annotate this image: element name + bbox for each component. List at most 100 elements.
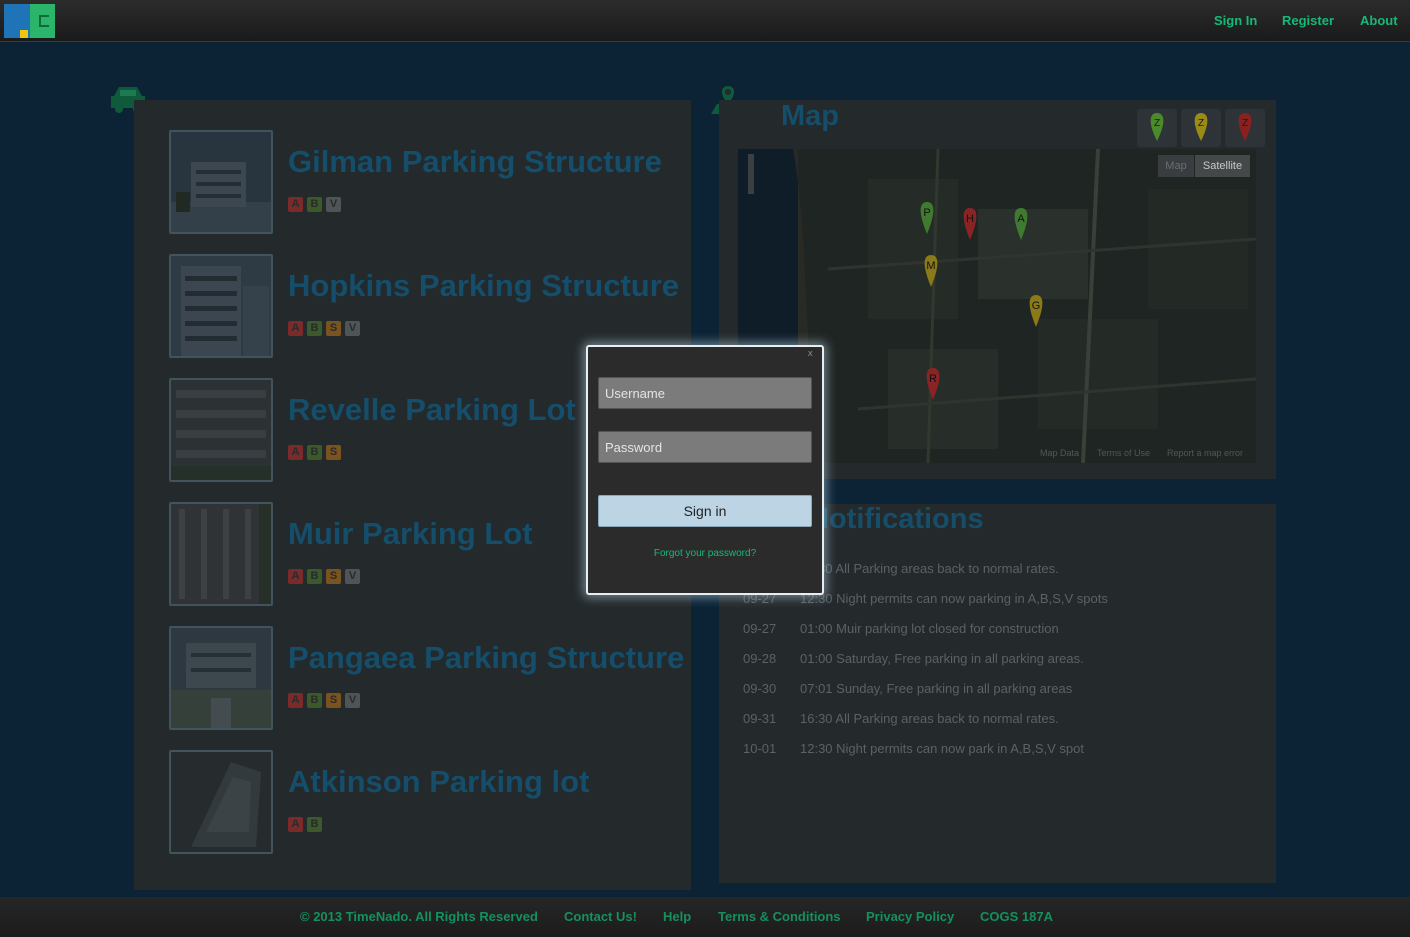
map-marker-icon: R bbox=[926, 368, 940, 400]
notification-text: 01:00 Muir parking lot closed for constr… bbox=[800, 621, 1059, 636]
map-title: Map bbox=[781, 100, 839, 132]
nav-register[interactable]: Register bbox=[1282, 13, 1334, 28]
permit-badge-s: S bbox=[326, 569, 341, 584]
username-input[interactable] bbox=[598, 377, 812, 409]
map-marker-icon: A bbox=[1014, 208, 1028, 240]
permit-badge-a: A bbox=[288, 321, 303, 336]
notification-text: 12:30 Night permits can now park in A,B,… bbox=[800, 741, 1084, 756]
nav-about[interactable]: About bbox=[1360, 13, 1398, 28]
permit-badge-a: A bbox=[288, 693, 303, 708]
permit-badge-v: V bbox=[326, 197, 341, 212]
footer-bar: © 2013 TimeNado. All Rights Reserved Con… bbox=[0, 897, 1410, 937]
permit-badges: A B V bbox=[288, 197, 341, 212]
permit-badge-s: S bbox=[326, 321, 341, 336]
notification-text: 16:30 All Parking areas back to normal r… bbox=[800, 711, 1059, 726]
permit-badge-s: S bbox=[326, 445, 341, 460]
map-marker-icon: P bbox=[920, 202, 934, 234]
permit-badge-a: A bbox=[288, 197, 303, 212]
lot-name[interactable]: Atkinson Parking lot bbox=[288, 764, 589, 800]
notification-text: 16:30 All Parking areas back to normal r… bbox=[800, 561, 1059, 576]
footer-terms-link[interactable]: Terms & Conditions bbox=[718, 909, 841, 924]
permit-badge-a: A bbox=[288, 569, 303, 584]
notification-date: 09-28 bbox=[743, 651, 777, 666]
marker-letter: M bbox=[926, 260, 935, 272]
notification-row: 09-28 01:00 Saturday, Free parking in all… bbox=[743, 651, 1084, 666]
notification-row: 10-01 12:30 Night permits can now park in… bbox=[743, 741, 1084, 756]
copyright-text: © 2013 TimeNado. All Rights Reserved bbox=[300, 909, 538, 924]
notification-date: 09-27 bbox=[743, 621, 777, 636]
footer-help-link[interactable]: Help bbox=[663, 909, 691, 924]
sign-in-button[interactable]: Sign in bbox=[598, 495, 812, 527]
permit-badge-b: B bbox=[307, 817, 322, 832]
marker-letter: R bbox=[929, 373, 937, 385]
map-marker-icon: M bbox=[924, 255, 938, 287]
permit-badge-v: V bbox=[345, 693, 360, 708]
marker-letter: P bbox=[923, 207, 930, 219]
lot-name[interactable]: Gilman Parking Structure bbox=[288, 144, 662, 180]
permit-badges: A B S V bbox=[288, 693, 360, 708]
map-terms-link[interactable]: Terms of Use bbox=[1097, 448, 1150, 458]
filter-yellow-pin-button[interactable]: Z bbox=[1181, 109, 1221, 147]
close-icon[interactable]: x bbox=[808, 349, 813, 359]
permit-badge-b: B bbox=[307, 197, 322, 212]
permit-badges: A B S bbox=[288, 445, 341, 460]
lot-name[interactable]: Revelle Parking Lot bbox=[288, 392, 576, 428]
lot-name[interactable]: Pangaea Parking Structure bbox=[288, 640, 684, 676]
map-view-toggle[interactable]: Map bbox=[1158, 155, 1194, 177]
lot-thumbnail[interactable] bbox=[169, 130, 273, 234]
map-marker-icon: H bbox=[963, 208, 977, 240]
lot-name[interactable]: Muir Parking Lot bbox=[288, 516, 533, 552]
permit-badge-v: V bbox=[345, 321, 360, 336]
password-input[interactable] bbox=[598, 431, 812, 463]
map-report-error-link[interactable]: Report a map error bbox=[1167, 448, 1243, 458]
lot-thumbnail[interactable] bbox=[169, 626, 273, 730]
marker-letter: G bbox=[1032, 300, 1041, 312]
notification-date: 09-30 bbox=[743, 681, 777, 696]
lot-thumbnail[interactable] bbox=[169, 254, 273, 358]
lot-item-gilman[interactable]: Gilman Parking Structure A B V bbox=[169, 130, 662, 234]
permit-badges: A B S V bbox=[288, 569, 360, 584]
notification-text: 07:01 Sunday, Free parking in all parkin… bbox=[800, 681, 1073, 696]
notification-text: 12:30 Night permits can now parking in A… bbox=[800, 591, 1108, 606]
filter-green-pin-button[interactable]: Z bbox=[1137, 109, 1177, 147]
lot-item-atkinson[interactable]: Atkinson Parking lot A B bbox=[169, 750, 649, 854]
permit-badge-b: B bbox=[307, 445, 322, 460]
notification-date: 09-31 bbox=[743, 711, 777, 726]
permit-badges: A B bbox=[288, 817, 322, 832]
notification-date: 10-01 bbox=[743, 741, 777, 756]
lot-item-pangaea[interactable]: Pangaea Parking Structure A B S V bbox=[169, 626, 684, 730]
sign-in-modal: x Sign in Forgot your password? bbox=[586, 345, 824, 595]
lot-thumbnail[interactable] bbox=[169, 502, 273, 606]
footer-cogs-link[interactable]: COGS 187A bbox=[980, 909, 1053, 924]
forgot-password-link[interactable]: Forgot your password? bbox=[588, 548, 822, 559]
permit-badge-a: A bbox=[288, 445, 303, 460]
permit-badge-b: B bbox=[307, 693, 322, 708]
satellite-view-toggle[interactable]: Satellite bbox=[1195, 155, 1250, 177]
footer-contact-link[interactable]: Contact Us! bbox=[564, 909, 637, 924]
marker-letter: H bbox=[966, 213, 974, 225]
pin-letter: Z bbox=[1198, 118, 1204, 129]
lot-thumbnail[interactable] bbox=[169, 750, 273, 854]
permit-badge-b: B bbox=[307, 321, 322, 336]
notification-text: 01:00 Saturday, Free parking in all park… bbox=[800, 651, 1084, 666]
notification-row: 09-31 16:30 All Parking areas back to nor… bbox=[743, 711, 1059, 726]
notification-row: 09-27 01:00 Muir parking lot closed for c… bbox=[743, 621, 1059, 636]
lot-item-muir[interactable]: Muir Parking Lot A B S V bbox=[169, 502, 649, 606]
footer-privacy-link[interactable]: Privacy Policy bbox=[866, 909, 954, 924]
lot-item-revelle[interactable]: Revelle Parking Lot A B S bbox=[169, 378, 649, 482]
timenado-logo-icon[interactable] bbox=[4, 4, 55, 38]
map-data-link[interactable]: Map Data bbox=[1040, 448, 1079, 458]
lot-name[interactable]: Hopkins Parking Structure bbox=[288, 268, 679, 304]
lot-thumbnail[interactable] bbox=[169, 378, 273, 482]
filter-red-pin-button[interactable]: Z bbox=[1225, 109, 1265, 147]
marker-letter: A bbox=[1017, 213, 1025, 225]
nav-sign-in[interactable]: Sign In bbox=[1214, 13, 1257, 28]
permit-badge-a: A bbox=[288, 817, 303, 832]
permit-badge-b: B bbox=[307, 569, 322, 584]
permit-badge-s: S bbox=[326, 693, 341, 708]
lot-item-hopkins[interactable]: Hopkins Parking Structure A B S V bbox=[169, 254, 679, 358]
map-marker-icon: G bbox=[1029, 295, 1043, 327]
pin-letter: Z bbox=[1242, 118, 1248, 129]
notification-row: 09-30 07:01 Sunday, Free parking in all p… bbox=[743, 681, 1072, 696]
permit-badge-v: V bbox=[345, 569, 360, 584]
